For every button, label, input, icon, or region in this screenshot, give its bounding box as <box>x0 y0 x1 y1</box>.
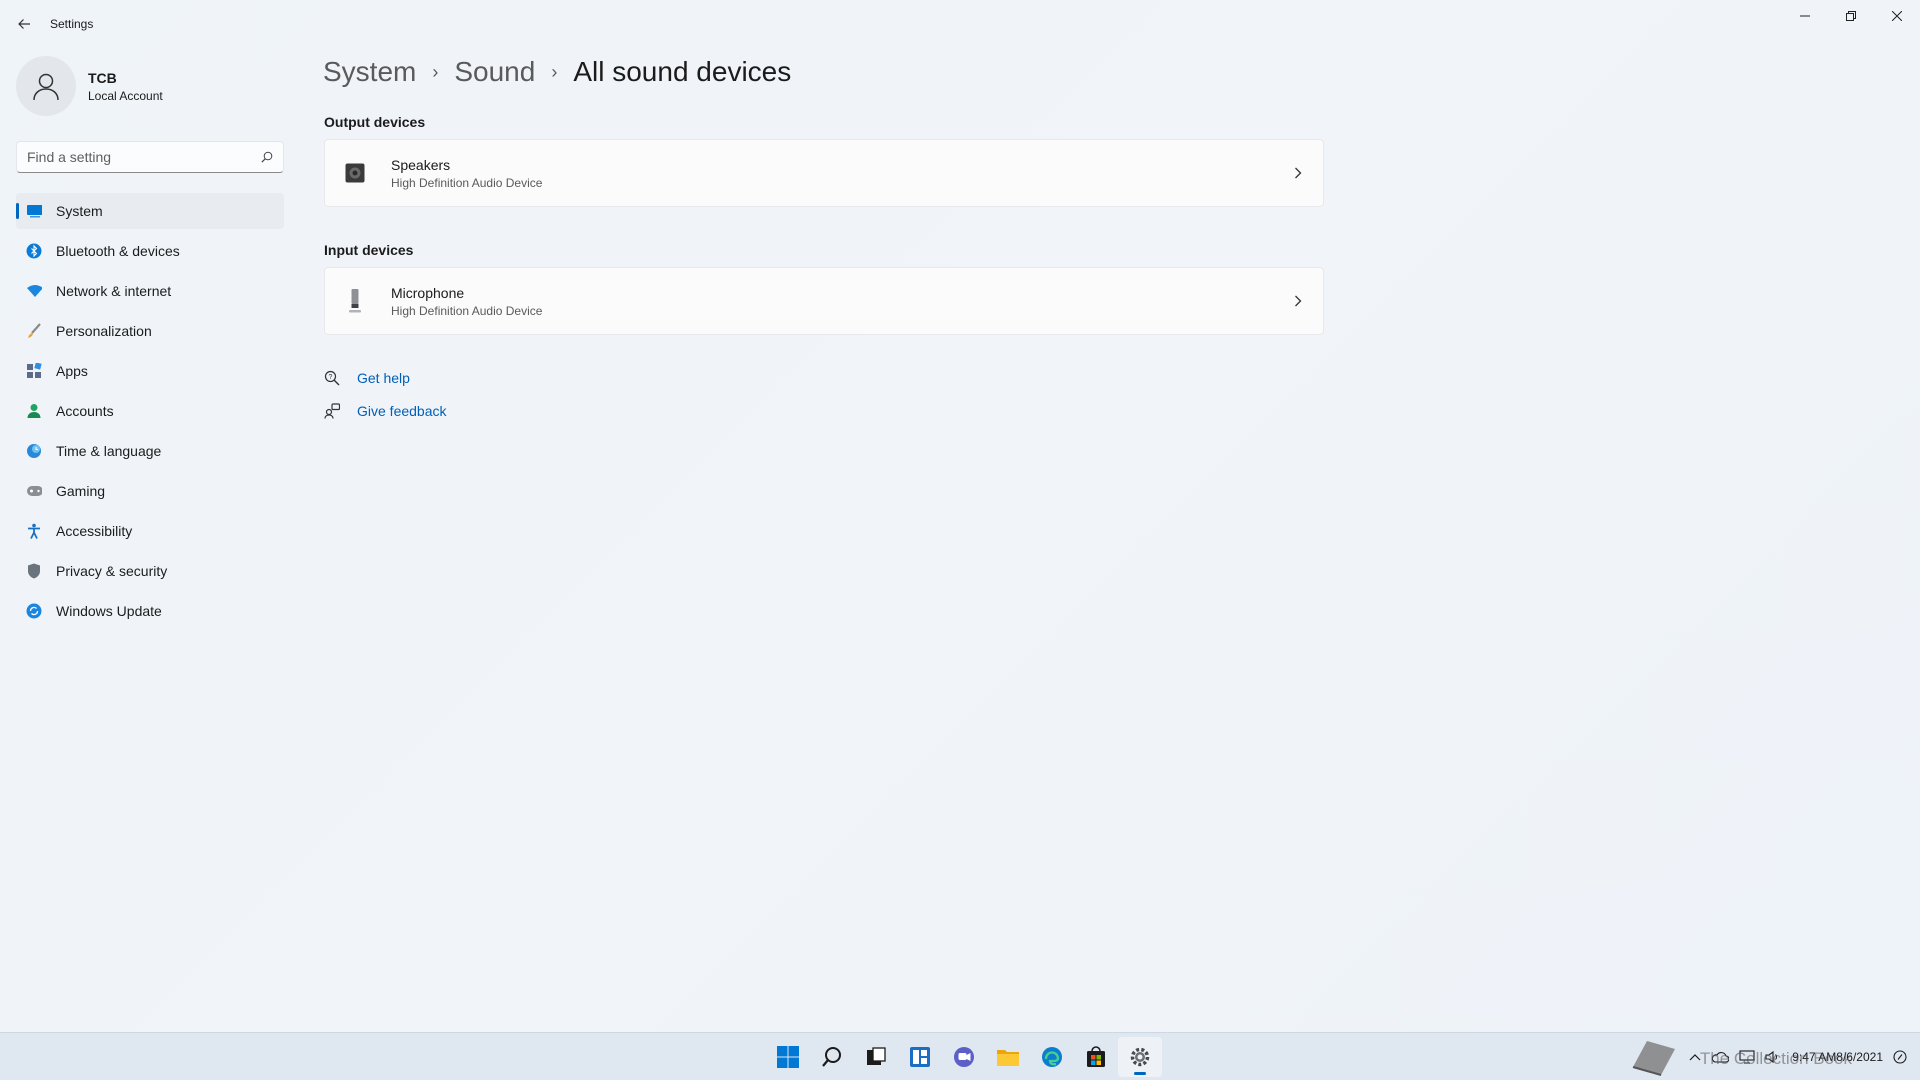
user-icon <box>33 73 59 101</box>
device-card-speakers[interactable]: Speakers High Definition Audio Device <box>324 139 1324 207</box>
sidebar-item-system[interactable]: System <box>16 193 284 229</box>
sidebar-item-gaming[interactable]: Gaming <box>16 473 284 509</box>
notification-icon[interactable] <box>1893 1050 1907 1064</box>
title-bar: Settings <box>0 0 1920 48</box>
search-input[interactable] <box>17 149 251 165</box>
back-arrow-icon <box>18 19 30 29</box>
restore-button[interactable] <box>1828 0 1874 32</box>
search-icon[interactable] <box>251 151 283 163</box>
sidebar-item-label: Gaming <box>56 483 106 499</box>
settings-window: Settings TCB Local Account Find a settin… <box>0 0 1920 1032</box>
book-icon <box>1629 1037 1679 1077</box>
speaker-icon <box>327 163 383 183</box>
profile-account-type: Local Account <box>88 88 163 103</box>
help-icon: ? <box>324 370 340 386</box>
sidebar-item-label: Personalization <box>56 323 152 339</box>
sidebar-item-label: Bluetooth & devices <box>56 243 180 259</box>
sidebar-item-personalization[interactable]: Personalization <box>16 313 284 349</box>
give-feedback-link[interactable]: Give feedback <box>324 403 447 419</box>
sidebar-item-label: System <box>56 203 103 219</box>
user-profile[interactable]: TCB Local Account <box>16 56 163 116</box>
network-icon <box>26 283 42 299</box>
output-devices-heading: Output devices <box>324 114 426 130</box>
breadcrumb: System › Sound › All sound devices <box>323 56 791 88</box>
start-icon[interactable] <box>766 1037 810 1077</box>
shield-icon <box>26 563 42 579</box>
input-devices-heading: Input devices <box>324 242 414 258</box>
chevron-right-icon <box>1273 295 1323 307</box>
sidebar-item-label: Privacy & security <box>56 563 168 579</box>
close-icon <box>1892 11 1902 21</box>
accessibility-icon <box>26 523 42 539</box>
brush-icon <box>26 323 42 339</box>
restore-icon <box>1846 11 1856 21</box>
breadcrumb-system[interactable]: System <box>323 56 416 88</box>
sidebar-item-time-language[interactable]: Time & language <box>16 433 284 469</box>
sidebar-item-network[interactable]: Network & internet <box>16 273 284 309</box>
app-title: Settings <box>50 17 94 31</box>
search-icon[interactable] <box>810 1037 854 1077</box>
device-name: Speakers <box>391 156 451 173</box>
system-tray: The Collection Book 9:47 AM 8/6/2021 <box>1624 1037 1912 1077</box>
get-help-link[interactable]: ? Get help <box>324 370 410 386</box>
page-title: All sound devices <box>573 56 792 87</box>
sidebar-item-bluetooth[interactable]: Bluetooth & devices <box>16 233 284 269</box>
sidebar-item-accounts[interactable]: Accounts <box>16 393 284 429</box>
bluetooth-icon <box>26 243 42 259</box>
device-description: High Definition Audio Device <box>391 303 543 318</box>
chevron-right-icon <box>1273 167 1323 179</box>
accounts-icon <box>26 403 42 419</box>
breadcrumb-chevron-icon: › <box>432 61 439 82</box>
minimize-icon <box>1800 15 1810 17</box>
widgets-icon[interactable] <box>898 1037 942 1077</box>
close-button[interactable] <box>1874 0 1920 32</box>
settings-icon[interactable] <box>1118 1037 1162 1077</box>
sidebar-item-label: Windows Update <box>56 603 162 619</box>
avatar <box>16 56 76 116</box>
window-controls <box>1782 0 1920 32</box>
file-explorer-icon[interactable] <box>986 1037 1030 1077</box>
sidebar-item-windows-update[interactable]: Windows Update <box>16 593 284 629</box>
watermark-text: The Collection Book <box>1699 1049 1852 1068</box>
system-icon <box>26 203 42 219</box>
search-box[interactable] <box>16 141 284 173</box>
sidebar-item-accessibility[interactable]: Accessibility <box>16 513 284 549</box>
chat-icon[interactable] <box>942 1037 986 1077</box>
get-help-label[interactable]: Get help <box>357 370 410 386</box>
breadcrumb-chevron-icon: › <box>551 61 558 82</box>
update-icon <box>26 603 42 619</box>
sidebar-item-apps[interactable]: Apps <box>16 353 284 389</box>
sidebar-item-label: Accounts <box>56 403 114 419</box>
sidebar-item-privacy[interactable]: Privacy & security <box>16 553 284 589</box>
give-feedback-label[interactable]: Give feedback <box>357 403 447 419</box>
store-icon[interactable] <box>1074 1037 1118 1077</box>
sidebar-item-label: Time & language <box>56 443 162 459</box>
edge-icon[interactable] <box>1030 1037 1074 1077</box>
gaming-icon <box>26 483 42 499</box>
device-card-microphone[interactable]: Microphone High Definition Audio Device <box>324 267 1324 335</box>
apps-icon <box>26 363 42 379</box>
time-language-icon <box>26 443 42 459</box>
task-view-icon[interactable] <box>854 1037 898 1077</box>
profile-name: TCB <box>88 69 117 86</box>
sidebar-nav: System Bluetooth & devices Network & int… <box>16 193 284 633</box>
sidebar-item-label: Network & internet <box>56 283 172 299</box>
microphone-icon <box>327 289 383 313</box>
device-description: High Definition Audio Device <box>391 175 543 190</box>
svg-text:?: ? <box>329 374 333 381</box>
taskbar-apps <box>766 1037 1162 1077</box>
minimize-button[interactable] <box>1782 0 1828 32</box>
back-button[interactable] <box>10 12 38 36</box>
device-name: Microphone <box>391 284 465 301</box>
sidebar-item-label: Apps <box>56 363 88 379</box>
taskbar: The Collection Book 9:47 AM 8/6/2021 <box>0 1032 1920 1080</box>
sidebar-item-label: Accessibility <box>56 523 133 539</box>
feedback-icon <box>324 403 340 419</box>
breadcrumb-sound[interactable]: Sound <box>454 56 535 88</box>
